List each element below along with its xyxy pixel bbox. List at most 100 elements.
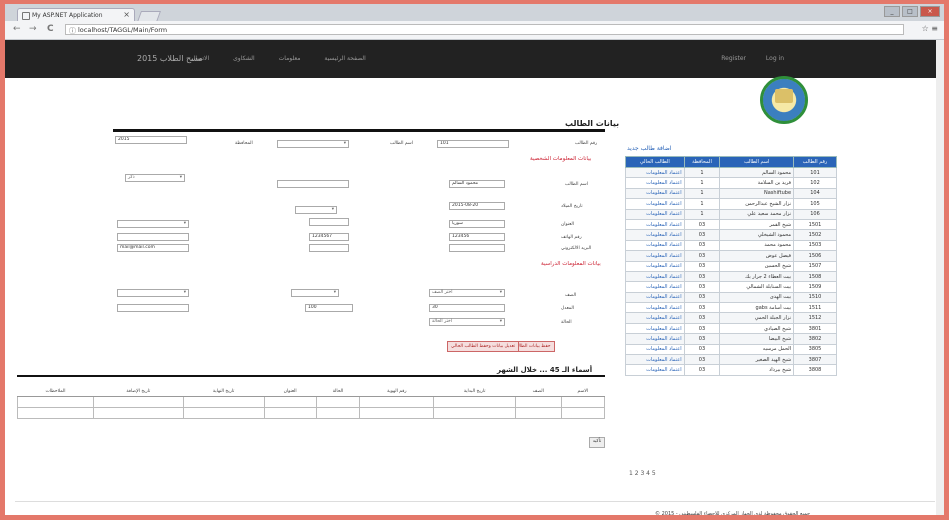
text-input[interactable]: [277, 180, 349, 188]
nav-about[interactable]: معلومات: [279, 55, 301, 62]
average-input[interactable]: 30: [429, 304, 505, 312]
student-name-select[interactable]: [277, 140, 349, 148]
table-row[interactable]: 104 Nashiftube 1 اعتماد المعلومات: [625, 187, 837, 200]
grid-input-cell[interactable]: [560, 407, 606, 419]
table-row[interactable]: 3802 شيخ البيضا 03 اعتماد المعلومات: [625, 333, 837, 345]
school-input[interactable]: 100: [305, 304, 353, 312]
back-icon[interactable]: ←: [13, 24, 21, 34]
table-row[interactable]: 3805 الحمل مرسيه 03 اعتماد المعلومات: [625, 343, 837, 356]
row-action-link[interactable]: اعتماد المعلومات: [625, 187, 685, 200]
maximize-button[interactable]: □: [902, 6, 918, 17]
grid-input-cell[interactable]: [560, 396, 606, 408]
row-action-link[interactable]: اعتماد المعلومات: [625, 198, 685, 210]
confirm-button[interactable]: تأكيد: [589, 437, 605, 448]
table-row[interactable]: 3808 شيخ بيرداد 03 اعتماد المعلومات: [625, 364, 837, 376]
grid-input-cell[interactable]: [433, 407, 517, 419]
option-select[interactable]: [117, 220, 189, 228]
table-row[interactable]: 105 نزار الشيخ عبدالرحمن 1 اعتماد المعلومات: [625, 198, 837, 210]
text-input[interactable]: [117, 233, 189, 241]
student-code-input[interactable]: 101: [437, 140, 509, 148]
mobile-input[interactable]: 1234567: [309, 233, 349, 241]
row-action-link[interactable]: اعتماد المعلومات: [625, 229, 685, 241]
close-window-button[interactable]: ×: [920, 6, 940, 17]
table-row[interactable]: 106 نزار محمد سعيد علي 1 اعتماد المعلومات: [625, 208, 837, 220]
table-row[interactable]: 1512 نزار الجبلة الحمي 03 اعتماد المعلومات: [625, 312, 837, 324]
column-header[interactable]: رقم الطالب: [793, 156, 837, 168]
option-select[interactable]: [295, 206, 337, 214]
pagination[interactable]: 1 2 3 4 5: [629, 470, 656, 477]
row-action-link[interactable]: اعتماد المعلومات: [625, 354, 685, 366]
student-name-input[interactable]: محمود السالم: [449, 180, 505, 188]
table-row[interactable]: 102 فريد بن السلامة 1 اعتماد المعلومات: [625, 177, 837, 189]
row-action-link[interactable]: اعتماد المعلومات: [625, 291, 685, 304]
grid-input-cell[interactable]: [92, 407, 184, 419]
table-row[interactable]: 1507 شيخ الحسين 03 اعتماد المعلومات: [625, 260, 837, 272]
column-header[interactable]: المحافظة: [683, 156, 721, 168]
nav-complaints[interactable]: الشكاوى: [233, 55, 255, 62]
row-action-link[interactable]: اعتماد المعلومات: [625, 177, 685, 189]
row-action-link[interactable]: اعتماد المعلومات: [625, 333, 685, 345]
table-row[interactable]: 1506 فيصل عوض 03 اعتماد المعلومات: [625, 250, 837, 262]
sidebar-title[interactable]: اضافة طالب جديد: [627, 145, 672, 152]
grid-input-cell[interactable]: [182, 407, 265, 419]
table-row[interactable]: 101 محمود السالم 1 اعتماد المعلومات: [625, 166, 837, 179]
row-action-link[interactable]: اعتماد المعلومات: [625, 270, 685, 283]
class-select[interactable]: اختر الصف: [429, 289, 505, 297]
table-row[interactable]: 1511 بيت أسامة gabs 03 اعتماد المعلومات: [625, 302, 837, 314]
address-input[interactable]: ⓘ localhost/TAGGL/Main/Form: [65, 24, 904, 35]
birthdate-input[interactable]: 2015-08-20: [449, 202, 505, 210]
row-action-link[interactable]: اعتماد المعلومات: [625, 281, 685, 293]
table-row[interactable]: [17, 407, 606, 419]
scrollbar[interactable]: [936, 40, 944, 515]
table-row[interactable]: [17, 396, 606, 408]
update-student-button[interactable]: تعديل بيانات وحفظ الطالب الحالي: [447, 341, 520, 352]
text-input[interactable]: [117, 304, 189, 312]
grid-input-cell[interactable]: [263, 396, 317, 408]
text-input[interactable]: [449, 244, 505, 252]
menu-icon[interactable]: ☆ ≡: [922, 24, 938, 33]
nav-contact[interactable]: الاتصال: [191, 55, 209, 62]
grid-input-cell[interactable]: [315, 407, 361, 419]
row-action-link[interactable]: اعتماد المعلومات: [625, 343, 685, 356]
table-row[interactable]: 3801 شيخ الصيادي 03 اعتماد المعلومات: [625, 322, 837, 335]
table-row[interactable]: 1510 بيت الهدى 03 اعتماد المعلومات: [625, 291, 837, 304]
nav-home[interactable]: الصفحة الرئيسية: [324, 55, 365, 62]
table-row[interactable]: 1502 محمود الشيخلي 03 اعتماد المعلومات: [625, 229, 837, 241]
grid-input-cell[interactable]: [17, 396, 94, 408]
email-input[interactable]: mail@mail.com: [117, 244, 189, 252]
row-action-link[interactable]: اعتماد المعلومات: [625, 312, 685, 324]
grid-input-cell[interactable]: [315, 396, 361, 408]
login-link[interactable]: Log in: [766, 55, 784, 62]
reload-icon[interactable]: C: [47, 24, 54, 34]
grid-input-cell[interactable]: [17, 407, 94, 419]
status-select[interactable]: اختر الحالة: [429, 318, 505, 326]
row-action-link[interactable]: اعتماد المعلومات: [625, 302, 685, 314]
grid-input-cell[interactable]: [515, 407, 562, 419]
gender-select[interactable]: ذكر: [125, 174, 185, 182]
row-action-link[interactable]: اعتماد المعلومات: [625, 322, 685, 335]
grid-input-cell[interactable]: [359, 407, 435, 419]
phone-input[interactable]: 123456: [449, 233, 505, 241]
grid-input-cell[interactable]: [515, 396, 562, 408]
table-row[interactable]: 1503 محمود محمد 03 اعتماد المعلومات: [625, 239, 837, 252]
grid-input-cell[interactable]: [92, 396, 184, 408]
text-input[interactable]: [309, 244, 349, 252]
forward-icon[interactable]: →: [29, 24, 37, 34]
grid-input-cell[interactable]: [433, 396, 517, 408]
year-input[interactable]: 2015: [115, 136, 187, 144]
register-link[interactable]: Register: [721, 55, 746, 62]
address-input[interactable]: سوريا: [449, 220, 505, 228]
table-row[interactable]: 1508 بيت العطاء 2 جرار بك 03 اعتماد المعلوم…: [625, 270, 837, 283]
table-row[interactable]: 1509 بيت السنابلة الشمالي 03 اعتماد المعلوم…: [625, 281, 837, 293]
grid-input-cell[interactable]: [359, 396, 435, 408]
minimize-button[interactable]: _: [884, 6, 900, 17]
row-action-link[interactable]: اعتماد المعلومات: [625, 166, 685, 179]
option-select[interactable]: [117, 289, 189, 297]
table-row[interactable]: 3807 شيخ الهيد الصغير 03 اعتماد المعلومات: [625, 354, 837, 366]
column-header[interactable]: اسم الطالب: [719, 156, 795, 168]
column-header[interactable]: الطالب الحالي: [625, 156, 685, 168]
table-row[interactable]: 1501 شيخ القمر 03 اعتماد المعلومات: [625, 218, 837, 231]
row-action-link[interactable]: اعتماد المعلومات: [625, 208, 685, 220]
row-action-link[interactable]: اعتماد المعلومات: [625, 218, 685, 231]
option-select[interactable]: [291, 289, 339, 297]
